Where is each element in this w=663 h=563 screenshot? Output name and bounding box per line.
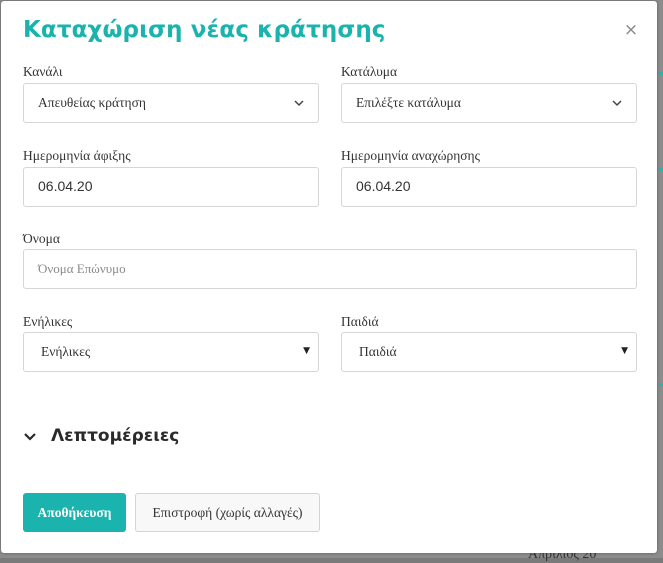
adults-selected-value: Ενήλικες	[41, 344, 91, 359]
departure-date-input[interactable]: 06.04.20	[341, 167, 637, 207]
background-accent-mark	[659, 72, 663, 75]
departure-date-value: 06.04.20	[356, 178, 411, 194]
channel-selected-value: Απευθείας κράτηση	[38, 95, 146, 110]
departure-date-label: Ημερομηνία αναχώρησης	[341, 148, 480, 163]
channel-select[interactable]: Απευθείας κράτηση	[23, 83, 319, 123]
children-selected-value: Παιδιά	[359, 344, 397, 359]
dropdown-caret-icon: ▼	[303, 346, 310, 356]
modal-title: Καταχώριση νέας κράτησης	[23, 17, 386, 43]
background-accent-mark	[659, 383, 663, 386]
children-label: Παιδιά	[341, 314, 379, 329]
close-icon: ×	[623, 20, 639, 40]
adults-select[interactable]: Ενήλικες ▼	[23, 332, 319, 372]
name-label: Όνομα	[23, 231, 60, 246]
dropdown-caret-icon: ▼	[621, 346, 628, 356]
name-placeholder: Όνομα Επώνυμο	[38, 261, 126, 276]
details-toggle[interactable]: Λεπτομέρειες	[23, 423, 179, 449]
chevron-down-icon	[612, 100, 622, 107]
background-accent-mark	[659, 168, 663, 171]
arrival-date-input[interactable]: 06.04.20	[23, 167, 319, 207]
cancel-button[interactable]: Επιστροφή (χωρίς αλλαγές)	[135, 493, 320, 532]
arrival-date-label: Ημερομηνία άφιξης	[23, 148, 131, 163]
property-select[interactable]: Επιλέξτε κατάλυμα	[341, 83, 637, 123]
property-selected-value: Επιλέξτε κατάλυμα	[356, 95, 461, 110]
save-button[interactable]: Αποθήκευση	[23, 493, 126, 532]
details-label: Λεπτομέρειες	[51, 426, 180, 446]
chevron-down-icon	[24, 433, 36, 441]
children-select[interactable]: Παιδιά ▼	[341, 332, 637, 372]
name-input[interactable]: Όνομα Επώνυμο	[23, 249, 637, 289]
close-button[interactable]: ×	[623, 21, 639, 39]
chevron-down-icon	[294, 100, 304, 107]
arrival-date-value: 06.04.20	[38, 178, 93, 194]
adults-label: Ενήλικες	[23, 314, 73, 329]
property-label: Κατάλυμα	[341, 64, 398, 79]
channel-label: Κανάλι	[23, 64, 63, 79]
new-booking-modal: Καταχώριση νέας κράτησης × Κανάλι Απευθε…	[1, 1, 657, 553]
